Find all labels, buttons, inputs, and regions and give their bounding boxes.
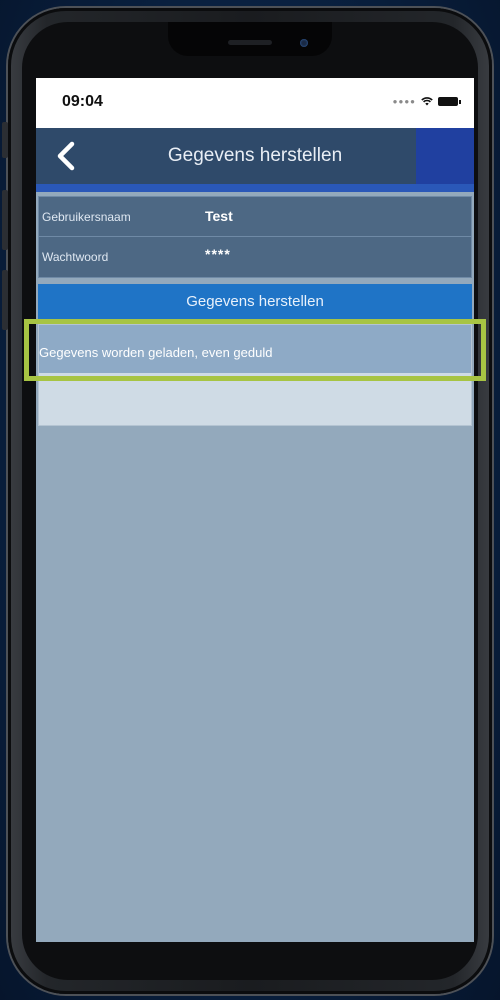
battery-icon (438, 96, 461, 106)
phone-notch (168, 22, 332, 56)
page-title: Gegevens herstellen (167, 145, 343, 166)
camera-icon (300, 39, 308, 47)
username-label: Gebruikersnaam (42, 210, 131, 224)
username-value[interactable]: Test (205, 208, 233, 224)
username-row: Gebruikersnaam Test (39, 197, 471, 237)
volume-up-button (2, 190, 8, 250)
loading-panel: Gegevens worden geladen, even geduld (38, 324, 472, 426)
app-screen: 09:04 ●●●● Gegevens herstellen Gebruiker… (36, 78, 474, 942)
back-button[interactable] (50, 138, 82, 174)
chevron-left-icon (57, 141, 75, 171)
status-indicators: ●●●● (392, 96, 461, 106)
nav-divider (36, 184, 474, 192)
speaker-grille (228, 40, 272, 45)
volume-down-button (2, 270, 8, 330)
wifi-icon (421, 97, 433, 106)
status-bar: 09:04 ●●●● (36, 78, 474, 128)
credentials-table: Gebruikersnaam Test Wachtwoord **** (38, 196, 472, 278)
password-label: Wachtwoord (42, 250, 109, 264)
password-value[interactable]: **** (205, 246, 231, 262)
status-time: 09:04 (62, 93, 103, 110)
signal-icon: ●●●● (392, 96, 416, 106)
loading-message: Gegevens worden geladen, even geduld (39, 345, 273, 360)
nav-accent-block (416, 128, 474, 184)
loading-message-bar: Gegevens worden geladen, even geduld (39, 325, 471, 373)
restore-data-button[interactable]: Gegevens herstellen (38, 284, 472, 320)
navigation-bar: Gegevens herstellen (36, 128, 474, 184)
silent-switch (2, 122, 8, 158)
password-row: Wachtwoord **** (39, 237, 471, 277)
